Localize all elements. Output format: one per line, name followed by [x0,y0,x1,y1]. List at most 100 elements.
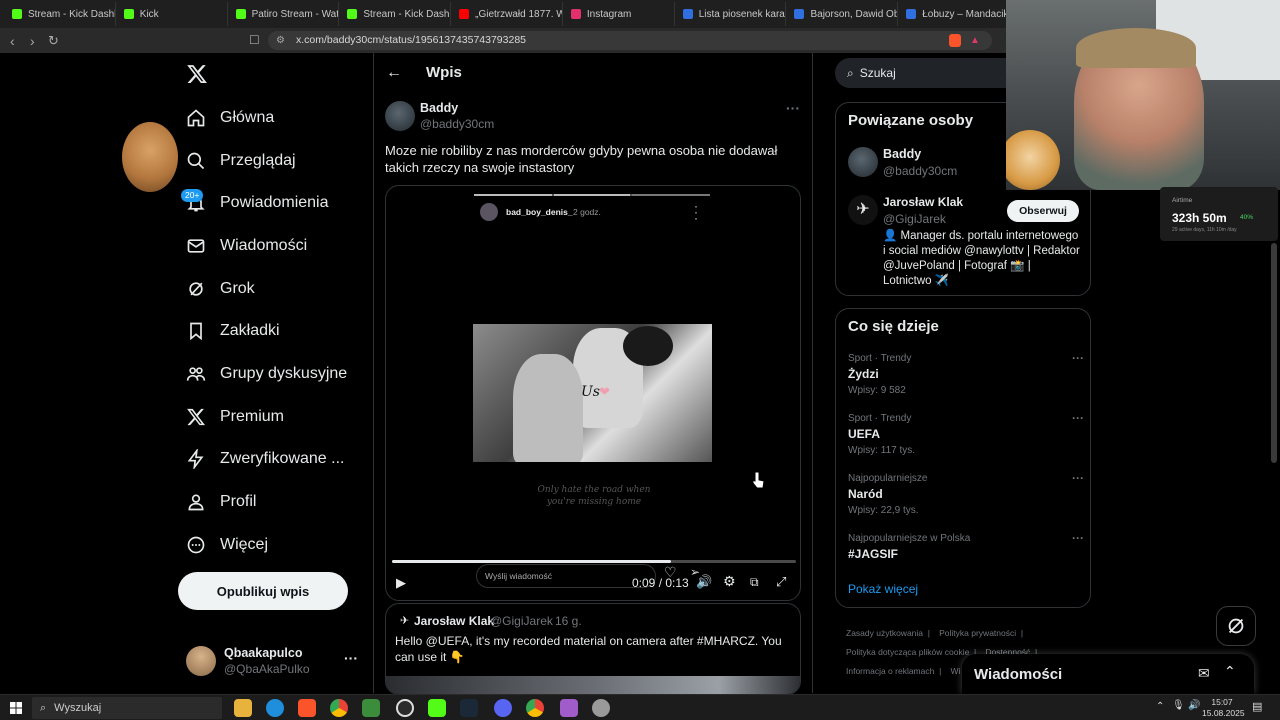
back-arrow-icon[interactable]: ‹ [10,33,15,49]
nav-item-premium[interactable]: Premium [186,402,284,432]
fullscreen-icon[interactable]: ⤢ [776,574,786,590]
nav-item-grok[interactable]: Grok [186,274,255,304]
account-avatar[interactable] [186,646,216,676]
trend-more-icon[interactable]: ··· [1072,411,1084,425]
video-player[interactable]: bad_boy_denis_ 2 godz. · · · Us ❤ Only hat… [385,185,801,601]
page-scrollbar[interactable] [1271,243,1277,463]
author-handle[interactable]: @baddy30cm [420,117,494,131]
follow-button[interactable]: Obserwuj [1007,200,1079,222]
app-icon[interactable] [592,699,610,717]
footer-link[interactable]: Polityka prywatności [939,628,1016,638]
nav-item-verified-orgs[interactable]: Zweryfikowane ... [186,444,344,474]
author-name[interactable]: Baddy [420,101,458,115]
new-message-icon[interactable]: ✉ [1198,665,1210,682]
grok-floating-button[interactable] [1216,606,1256,646]
trend-item[interactable]: Sport · Trendy UEFA Wpisy: 117 tys. ··· [848,411,1084,463]
messages-dock[interactable]: Wiadomości ✉ ⌃ [962,654,1254,694]
person-name[interactable]: Jarosław Klak [883,195,963,209]
account-menu-icon[interactable]: ··· [344,650,358,666]
settings-gear-icon[interactable]: ⚙ [723,573,736,590]
publish-post-button[interactable]: Opublikuj wpis [178,572,348,610]
kick-icon [235,9,246,19]
browser-tab[interactable]: Stream - Kick Dash [341,2,452,26]
person-avatar[interactable]: ✈ [848,195,878,225]
nav-item-messages[interactable]: Wiadomości [186,231,307,261]
file-explorer-icon[interactable] [234,699,252,717]
author-avatar[interactable] [385,101,415,131]
story-image-hair [623,326,673,366]
show-more-link[interactable]: Pokaż więcej [848,582,918,596]
footer-link[interactable]: Polityka dotycząca plików cookie [846,647,969,657]
people-icon [186,367,206,381]
app-icon[interactable] [560,699,578,717]
reload-icon[interactable]: ↻ [48,33,59,49]
steam-icon[interactable] [460,699,478,717]
browser-tab[interactable]: Instagram [565,2,675,26]
volume-icon[interactable]: 🔊 [696,574,712,590]
x-logo-icon[interactable] [186,63,208,85]
person-name[interactable]: Baddy [883,147,921,161]
back-arrow-icon[interactable]: ← [386,64,402,82]
forward-arrow-icon[interactable]: › [30,33,35,49]
nav-item-profile[interactable]: Profil [186,487,256,517]
browser-tab[interactable]: Lista piosenek karaoke [677,2,787,26]
browser-tab[interactable]: Stream - Kick Dashboard [6,2,116,26]
browser-tab[interactable]: Kick [118,2,228,26]
video-progress-track[interactable] [392,560,796,563]
footer-link[interactable]: Wi [950,666,960,676]
browser-tab[interactable]: Bajorson, Dawid Obse [788,2,899,26]
brave-rewards-icon[interactable]: ▲ [970,35,980,46]
picture-in-picture-icon[interactable]: ⧉ [750,575,759,590]
kick-icon [123,9,134,19]
trend-more-icon[interactable]: ··· [1072,351,1084,365]
footer-link[interactable]: Zasady użytkowania [846,628,923,638]
kick-icon [12,9,22,19]
nav-item-home[interactable]: Główna [186,103,274,133]
kick-icon [347,9,358,19]
edge-icon[interactable] [266,699,284,717]
trend-item[interactable]: Sport · Trendy Żydzi Wpisy: 9 582 ··· [848,351,1084,403]
search-input[interactable]: ⌕ Szukaj [835,58,1010,88]
quoted-reply-card[interactable]: ✈ Jarosław Klak @GigiJarek · 16 g. Hello… [385,603,801,695]
taskbar-clock[interactable]: 15:07 15.08.2025 [1202,697,1245,719]
kick-icon[interactable] [428,699,446,717]
app-icon[interactable] [362,699,380,717]
microphone-icon[interactable]: 🎙 [1172,700,1185,711]
nav-item-bookmarks[interactable]: Zakładki [186,316,280,346]
person-avatar[interactable] [848,147,878,177]
reply-dot: · [548,614,552,628]
play-icon[interactable]: ▶ [396,575,406,591]
nav-item-explore[interactable]: Przeglądaj [186,146,296,176]
chrome-icon[interactable] [330,699,348,717]
post-more-icon[interactable]: ··· [786,100,800,116]
brave-icon[interactable] [298,699,316,717]
nav-item-more[interactable]: Więcej [186,530,268,560]
url-field[interactable]: ⚙ x.com/baddy30cm/status/195613743574379… [268,31,992,50]
windows-start-icon[interactable] [10,702,22,714]
stats-app-name: Airtime [1172,197,1193,204]
browser-tab[interactable]: „Gietrzwałd 1877. Woj [453,2,563,26]
tray-chevron-icon[interactable]: ⌃ [1156,701,1164,712]
stats-value: 323h 50m [1172,211,1227,225]
bookmark-page-icon[interactable]: ☐ [249,33,260,47]
footer-link[interactable]: Informacja o reklamach [846,666,934,676]
obs-icon[interactable] [396,699,414,717]
taskbar-search[interactable]: ⌕ Wyszukaj [32,697,222,719]
brave-shield-icon[interactable] [949,34,961,47]
browser-tab[interactable]: Łobuzy – Mandacik [900,2,1011,26]
chrome-icon[interactable] [526,699,544,717]
reply-time: 16 g. [555,614,582,628]
nav-item-communities[interactable]: Grupy dyskusyjne [186,359,347,389]
trend-item[interactable]: Najpopularniejsze w Polska #JAGSIF ··· [848,531,1084,567]
trend-more-icon[interactable]: ··· [1072,531,1084,545]
airtime-stats-widget: Airtime 323h 50m 40% 29 active days, 11h… [1160,187,1278,241]
trend-item[interactable]: Najpopularniejsze Naród Wpisy: 22,9 tys.… [848,471,1084,523]
speaker-icon[interactable]: 🔊 [1188,700,1200,711]
browser-tab[interactable]: Patiro Stream - Watch [230,2,340,26]
nav-item-notifications[interactable]: Powiadomienia [186,188,329,218]
expand-chevron-icon[interactable]: ⌃ [1224,663,1236,680]
trend-more-icon[interactable]: ··· [1072,471,1084,485]
notifications-center-icon[interactable]: ▤ [1252,700,1262,713]
browser-address-bar: ‹ › ↻ ☐ ⚙ x.com/baddy30cm/status/1956137… [0,28,1010,53]
discord-icon[interactable] [494,699,512,717]
